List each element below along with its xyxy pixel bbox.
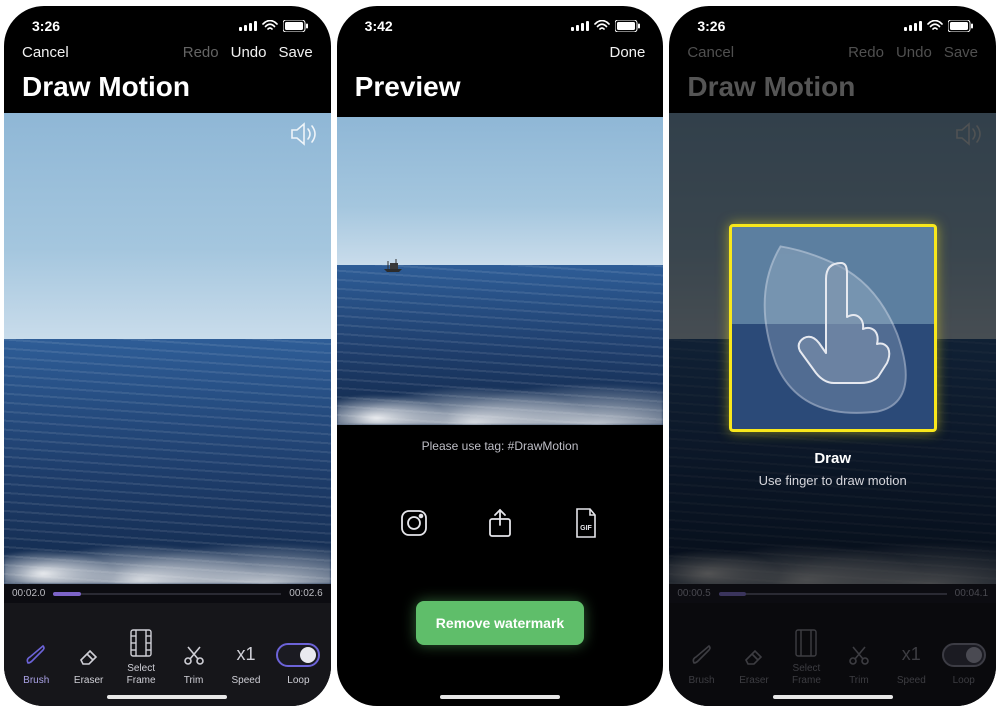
home-indicator[interactable]: [440, 695, 560, 699]
page-title: Preview: [337, 65, 664, 113]
redo-button[interactable]: Redo: [183, 44, 219, 61]
loop-toggle-icon[interactable]: [276, 643, 320, 667]
signal-icon: [571, 21, 589, 31]
tutorial-subtitle: Use finger to draw motion: [759, 473, 907, 488]
wifi-icon: [594, 20, 610, 32]
status-bar: 3:26: [4, 6, 331, 34]
instagram-button[interactable]: [394, 503, 434, 543]
eraser-label: Eraser: [74, 675, 103, 687]
brush-label: Brush: [23, 675, 49, 687]
remove-watermark-button[interactable]: Remove watermark: [416, 601, 584, 645]
share-row: GIF: [337, 453, 664, 543]
tutorial-overlay[interactable]: Draw Use finger to draw motion: [669, 6, 996, 706]
brush-icon: [23, 641, 49, 669]
loop-label: Loop: [287, 675, 309, 687]
screen-draw-motion: 3:26 Cancel Redo Undo Save Draw Motion: [4, 6, 331, 706]
tool-bar: Brush Eraser Select Frame Trim x1 Speed …: [4, 603, 331, 706]
status-bar: 3:42: [337, 6, 664, 34]
status-time: 3:42: [365, 18, 393, 34]
page-title: Draw Motion: [4, 65, 331, 113]
speed-icon: x1: [236, 641, 255, 669]
nav-bar: Cancel Redo Undo Save: [4, 34, 331, 65]
home-indicator[interactable]: [107, 695, 227, 699]
time-start: 00:02.0: [12, 588, 45, 599]
screen-preview: 3:42 Done Preview Please use tag: #DrawM…: [337, 6, 664, 706]
share-button[interactable]: [480, 503, 520, 543]
scissors-icon: [181, 641, 207, 669]
hashtag-caption: Please use tag: #DrawMotion: [337, 425, 664, 453]
signal-icon: [239, 21, 257, 31]
loop-tool[interactable]: Loop: [274, 641, 322, 687]
undo-button[interactable]: Undo: [231, 44, 267, 61]
battery-icon: [283, 20, 309, 32]
time-bar[interactable]: 00:02.0 00:02.6: [4, 584, 331, 603]
trim-label: Trim: [184, 675, 204, 687]
status-time: 3:26: [32, 18, 60, 34]
speed-label: Speed: [232, 675, 261, 687]
tutorial-preview: [729, 224, 937, 432]
eraser-icon: [76, 641, 102, 669]
save-button[interactable]: Save: [278, 44, 312, 61]
speed-tool[interactable]: x1 Speed: [222, 641, 270, 687]
video-canvas[interactable]: [4, 113, 331, 584]
gif-button[interactable]: GIF: [566, 503, 606, 543]
nav-bar: Done: [337, 34, 664, 65]
screen-tutorial: 3:26 Cancel Redo Undo Save Draw Motion 0…: [669, 6, 996, 706]
svg-text:GIF: GIF: [580, 525, 592, 532]
wifi-icon: [262, 20, 278, 32]
eraser-tool[interactable]: Eraser: [65, 641, 113, 687]
trim-tool[interactable]: Trim: [170, 641, 218, 687]
tutorial-title: Draw: [814, 450, 851, 467]
time-end: 00:02.6: [289, 588, 322, 599]
brush-tool[interactable]: Brush: [12, 641, 60, 687]
cancel-button[interactable]: Cancel: [22, 44, 69, 61]
done-button[interactable]: Done: [609, 44, 645, 61]
speaker-icon[interactable]: [289, 121, 319, 152]
boat-graphic: [382, 259, 404, 271]
battery-icon: [615, 20, 641, 32]
filmstrip-icon: [130, 629, 152, 657]
hand-icon: [786, 255, 896, 385]
select-frame-tool[interactable]: Select Frame: [117, 629, 165, 686]
time-track[interactable]: [53, 593, 281, 595]
select-frame-label: Select Frame: [127, 663, 156, 686]
preview-canvas[interactable]: [337, 117, 664, 425]
